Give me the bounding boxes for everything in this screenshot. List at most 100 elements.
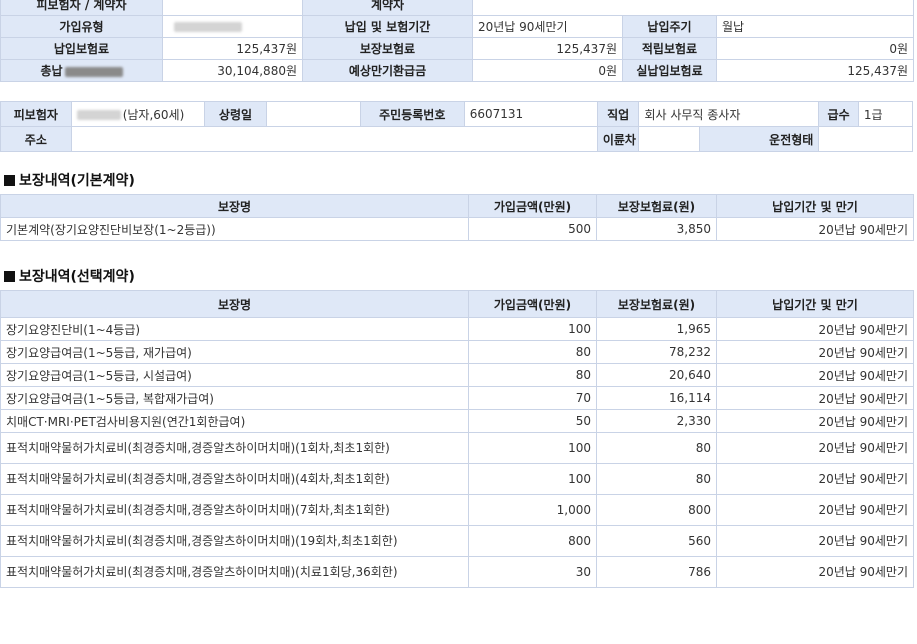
coverage-amount: 800 <box>468 525 597 557</box>
address-row: 주소 이륜차 운전형태 <box>0 126 913 152</box>
maturity-label: 예상만기환급금 <box>302 59 473 82</box>
coverage-period: 20년납 90세만기 <box>716 363 914 387</box>
contract-top-row: 피보험자 / 계약자 계약자 <box>0 0 915 16</box>
address-label: 주소 <box>0 126 72 152</box>
cycle-value: 월납 <box>715 15 915 38</box>
basic-header-row: 보장명 가입금액(만원) 보장보험료(원) 납입기간 및 만기 <box>0 194 914 218</box>
coverage-amount: 1,000 <box>468 494 597 526</box>
coverage-name: 장기요양급여금(1~5등급, 시설급여) <box>0 363 469 387</box>
redacted-value <box>64 66 123 77</box>
coverage-amount: 70 <box>468 386 597 410</box>
id-value: 6607131 <box>463 101 598 127</box>
optional-section-title: 보장내역(선택계약) <box>4 266 135 286</box>
vehicle-label: 이륜차 <box>596 126 640 152</box>
coverage-amount: 100 <box>468 463 597 495</box>
col-header-period: 납입기간 및 만기 <box>716 290 914 318</box>
drive-value <box>818 126 913 152</box>
coverage-amount: 100 <box>468 432 597 464</box>
contract-row-type: 가입유형 납입 및 보험기간 20년납 90세만기 납입주기 월납 <box>0 15 915 38</box>
coverage-premium: 16,114 <box>596 386 717 410</box>
premium-value: 125,437원 <box>162 37 303 60</box>
savings-premium-label: 적립보험료 <box>622 37 717 60</box>
coverage-amount: 50 <box>468 409 597 433</box>
table-row: 장기요양급여금(1~5등급, 복합재가급여) 70 16,114 20년납 90… <box>0 386 914 410</box>
coverage-amount: 500 <box>468 217 597 241</box>
coverage-period: 20년납 90세만기 <box>716 217 914 241</box>
cycle-label: 납입주기 <box>622 15 717 38</box>
vehicle-value <box>638 126 700 152</box>
coverage-premium: 800 <box>596 494 717 526</box>
coverage-premium: 80 <box>596 463 717 495</box>
coverage-period: 20년납 90세만기 <box>716 317 914 341</box>
coverage-premium: 2,330 <box>596 409 717 433</box>
optional-coverage-table: 보장명 가입금액(만원) 보장보험료(원) 납입기간 및 만기 장기요양진단비(… <box>0 290 914 588</box>
maturity-value: 0원 <box>472 59 623 82</box>
table-row: 표적치매약물허가치료비(최경증치매,경증알츠하이머치매)(치료1회당,36회한)… <box>0 556 914 588</box>
type-label: 가입유형 <box>0 15 163 38</box>
redacted-value <box>76 110 121 120</box>
coverage-period: 20년납 90세만기 <box>716 494 914 526</box>
basic-section-title: 보장내역(기본계약) <box>4 170 135 190</box>
trade-name-label: 상령일 <box>203 101 268 127</box>
coverage-name: 치매CT·MRI·PET검사비용지원(연간1회한급여) <box>0 409 469 433</box>
col-header-name: 보장명 <box>0 290 469 318</box>
col-header-period: 납입기간 및 만기 <box>716 194 914 218</box>
coverage-period: 20년납 90세만기 <box>716 409 914 433</box>
table-row: 치매CT·MRI·PET검사비용지원(연간1회한급여) 50 2,330 20년… <box>0 409 914 433</box>
coverage-name: 장기요양급여금(1~5등급, 재가급여) <box>0 340 469 364</box>
actual-premium-value: 125,437원 <box>715 59 915 82</box>
contract-top-label: 피보험자 / 계약자 <box>0 0 163 16</box>
id-label: 주민등록번호 <box>359 101 465 127</box>
coverage-amount: 30 <box>468 556 597 588</box>
coverage-name: 표적치매약물허가치료비(최경증치매,경증알츠하이머치매)(치료1회당,36회한) <box>0 556 469 588</box>
job-value: 회사 사무직 종사자 <box>638 101 820 127</box>
coverage-period: 20년납 90세만기 <box>716 340 914 364</box>
coverage-name: 장기요양급여금(1~5등급, 복합재가급여) <box>0 386 469 410</box>
insured-value: (남자,60세) <box>70 101 205 127</box>
col-header-name: 보장명 <box>0 194 469 218</box>
drive-label: 운전형태 <box>698 126 820 152</box>
table-row: 표적치매약물허가치료비(최경증치매,경증알츠하이머치매)(19회차,최초1회한)… <box>0 525 914 557</box>
coverage-premium-label: 보장보험료 <box>302 37 473 60</box>
type-value <box>162 15 303 38</box>
insured-row: 피보험자 (남자,60세) 상령일 주민등록번호 6607131 직업 회사 사… <box>0 101 914 127</box>
insured-label: 피보험자 <box>0 101 72 127</box>
coverage-premium: 78,232 <box>596 340 717 364</box>
coverage-name: 표적치매약물허가치료비(최경증치매,경증알츠하이머치매)(19회차,최초1회한) <box>0 525 469 557</box>
coverage-period: 20년납 90세만기 <box>716 556 914 588</box>
total-value: 30,104,880원 <box>162 59 303 82</box>
coverage-period: 20년납 90세만기 <box>716 432 914 464</box>
coverage-premium: 80 <box>596 432 717 464</box>
savings-premium-value: 0원 <box>715 37 915 60</box>
optional-header-row: 보장명 가입금액(만원) 보장보험료(원) 납입기간 및 만기 <box>0 290 914 318</box>
table-row: 기본계약(장기요양진단비보장(1~2등급)) 500 3,850 20년납 90… <box>0 217 914 241</box>
col-header-premium: 보장보험료(원) <box>596 290 717 318</box>
coverage-premium: 1,965 <box>596 317 717 341</box>
contract-row-total: 총납 30,104,880원 예상만기환급금 0원 실납입보험료 125,437… <box>0 59 915 82</box>
square-bullet-icon <box>4 271 15 282</box>
contract-row-premium: 납입보험료 125,437원 보장보험료 125,437원 적립보험료 0원 <box>0 37 915 60</box>
table-row: 장기요양급여금(1~5등급, 시설급여) 80 20,640 20년납 90세만… <box>0 363 914 387</box>
contract-top-label-2: 계약자 <box>302 0 473 16</box>
job-label: 직업 <box>596 101 640 127</box>
coverage-premium: 786 <box>596 556 717 588</box>
table-row: 표적치매약물허가치료비(최경증치매,경증알츠하이머치매)(4회차,최초1회한) … <box>0 463 914 495</box>
period-value: 20년납 90세만기 <box>472 15 623 38</box>
table-row: 표적치매약물허가치료비(최경증치매,경증알츠하이머치매)(7회차,최초1회한) … <box>0 494 914 526</box>
coverage-amount: 80 <box>468 340 597 364</box>
square-bullet-icon <box>4 175 15 186</box>
redacted-value <box>174 22 242 32</box>
col-header-amount: 가입금액(만원) <box>468 194 597 218</box>
col-header-premium: 보장보험료(원) <box>596 194 717 218</box>
coverage-name: 표적치매약물허가치료비(최경증치매,경증알츠하이머치매)(1회차,최초1회한) <box>0 432 469 464</box>
coverage-premium: 3,850 <box>596 217 717 241</box>
coverage-period: 20년납 90세만기 <box>716 525 914 557</box>
table-row: 표적치매약물허가치료비(최경증치매,경증알츠하이머치매)(1회차,최초1회한) … <box>0 432 914 464</box>
coverage-premium: 560 <box>596 525 717 557</box>
coverage-amount: 80 <box>468 363 597 387</box>
coverage-name: 장기요양진단비(1~4등급) <box>0 317 469 341</box>
grade-label: 급수 <box>818 101 859 127</box>
col-header-amount: 가입금액(만원) <box>468 290 597 318</box>
table-row: 장기요양진단비(1~4등급) 100 1,965 20년납 90세만기 <box>0 317 914 341</box>
coverage-premium: 20,640 <box>596 363 717 387</box>
